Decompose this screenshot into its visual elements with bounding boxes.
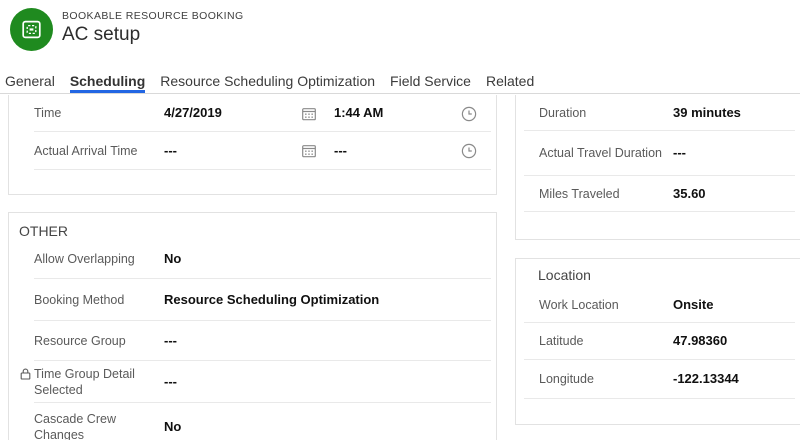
- section-title: Location: [516, 259, 800, 287]
- field-row-work-location: Work Location Onsite: [516, 287, 800, 323]
- field-value[interactable]: ---: [673, 145, 686, 161]
- location-section-card: Location Work Location Onsite Latitude 4…: [515, 258, 800, 425]
- field-row-cascade-crew-changes: Cascade Crew Changes No: [9, 403, 496, 440]
- field-value[interactable]: 47.98360: [673, 333, 727, 349]
- field-row-time-group-detail-selected: Time Group Detail Selected ---: [9, 361, 496, 403]
- tab-field-service[interactable]: Field Service: [390, 73, 471, 93]
- field-row-time: Time 4/27/2019 1:44 AM: [9, 95, 496, 132]
- field-value[interactable]: 35.60: [673, 186, 706, 202]
- field-label: Time: [34, 105, 156, 121]
- travel-section-card: Duration 39 minutes Actual Travel Durati…: [515, 95, 800, 240]
- form-tab-bar: General Scheduling Resource Scheduling O…: [0, 72, 800, 94]
- field-label: Miles Traveled: [539, 186, 664, 202]
- field-label: Actual Arrival Time: [34, 143, 156, 159]
- field-row-miles-traveled: Miles Traveled 35.60: [516, 176, 800, 212]
- field-row-actual-travel-duration: Actual Travel Duration ---: [516, 131, 800, 176]
- field-label: Longitude: [539, 371, 664, 387]
- section-title: OTHER: [9, 213, 496, 239]
- calendar-icon[interactable]: [302, 145, 316, 158]
- other-section-card: OTHER Allow Overlapping No Booking Metho…: [8, 212, 497, 440]
- field-value[interactable]: -122.13344: [673, 371, 739, 387]
- field-row-actual-arrival-time: Actual Arrival Time --- ---: [9, 132, 496, 170]
- tab-scheduling[interactable]: Scheduling: [70, 73, 145, 93]
- tab-related[interactable]: Related: [486, 73, 534, 93]
- date-value[interactable]: ---: [164, 143, 177, 159]
- field-label: Cascade Crew Changes: [34, 411, 154, 440]
- field-label: Duration: [539, 105, 664, 121]
- field-value[interactable]: ---: [164, 374, 177, 390]
- time-section-card: Time 4/27/2019 1:44 AM: [8, 95, 497, 195]
- field-row-allow-overlapping: Allow Overlapping No: [9, 239, 496, 279]
- calendar-icon[interactable]: [302, 107, 316, 120]
- field-label: Resource Group: [34, 333, 154, 349]
- field-label: Work Location: [539, 297, 664, 313]
- field-row-duration: Duration 39 minutes: [516, 95, 800, 131]
- time-value[interactable]: ---: [334, 143, 347, 159]
- field-value[interactable]: No: [164, 419, 181, 435]
- field-label: Booking Method: [34, 292, 154, 308]
- entity-type-label: BOOKABLE RESOURCE BOOKING: [62, 10, 244, 22]
- field-value[interactable]: Resource Scheduling Optimization: [164, 292, 379, 308]
- lock-icon: [20, 368, 31, 380]
- tab-general[interactable]: General: [5, 73, 55, 93]
- date-value[interactable]: 4/27/2019: [164, 105, 222, 121]
- entity-badge: [10, 8, 53, 51]
- clock-icon[interactable]: [461, 106, 477, 122]
- clock-icon[interactable]: [461, 143, 477, 159]
- field-row-longitude: Longitude -122.13344: [516, 360, 800, 399]
- field-value[interactable]: Onsite: [673, 297, 713, 313]
- field-label: Latitude: [539, 333, 664, 349]
- field-row-resource-group: Resource Group ---: [9, 321, 496, 361]
- field-label: Actual Travel Duration: [539, 145, 664, 161]
- bookable-resource-booking-form: BOOKABLE RESOURCE BOOKING AC setup Gener…: [0, 0, 800, 440]
- field-value[interactable]: ---: [164, 333, 177, 349]
- tab-resource-scheduling-optimization[interactable]: Resource Scheduling Optimization: [160, 73, 375, 93]
- field-row-latitude: Latitude 47.98360: [516, 323, 800, 360]
- field-label: Allow Overlapping: [34, 251, 154, 267]
- field-value[interactable]: 39 minutes: [673, 105, 741, 121]
- time-value[interactable]: 1:44 AM: [334, 105, 383, 121]
- record-title: AC setup: [62, 24, 140, 46]
- field-label: Time Group Detail Selected: [34, 366, 154, 399]
- field-row-booking-method: Booking Method Resource Scheduling Optim…: [9, 279, 496, 321]
- booking-entity-icon: [21, 19, 42, 40]
- field-value[interactable]: No: [164, 251, 181, 267]
